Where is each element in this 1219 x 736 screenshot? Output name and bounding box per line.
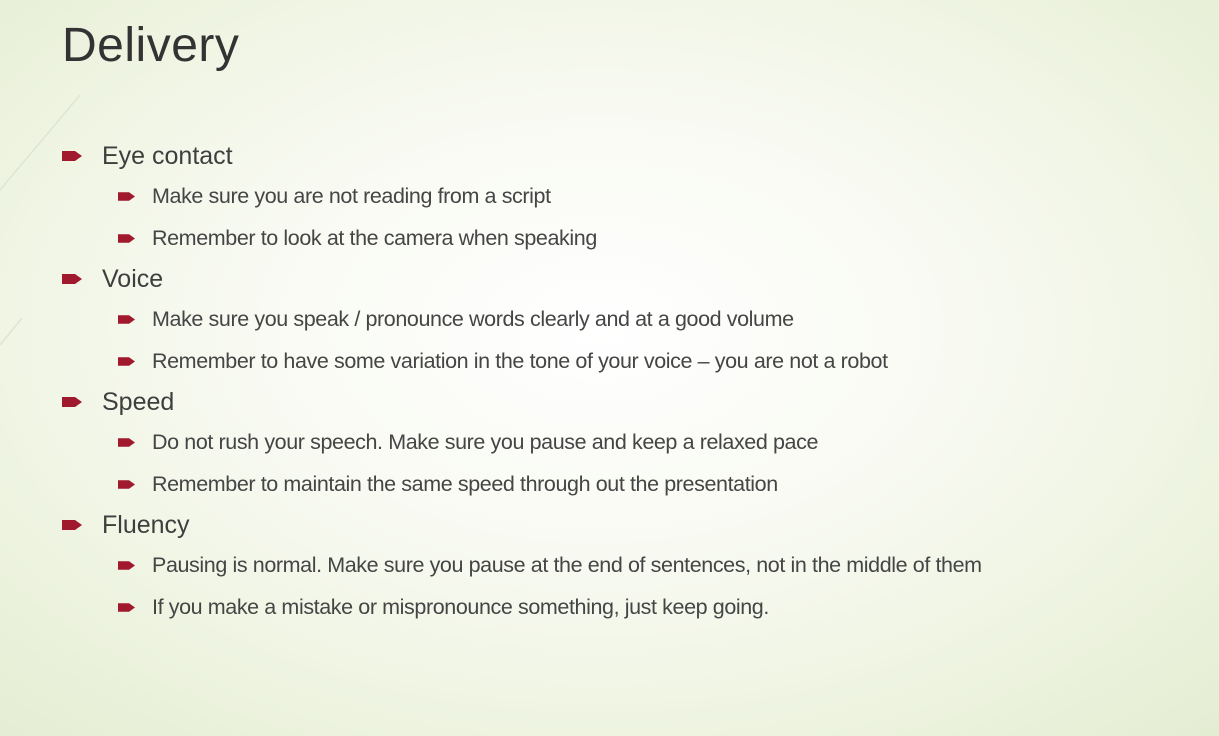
bullet-text: Pausing is normal. Make sure you pause a… bbox=[152, 553, 982, 577]
bullet-level1-eye-contact: Eye contact bbox=[62, 138, 1192, 174]
bullet-level2: Remember to maintain the same speed thro… bbox=[62, 472, 1192, 497]
bullet-level2: Make sure you are not reading from a scr… bbox=[62, 184, 1192, 209]
bullet-text: Remember to maintain the same speed thro… bbox=[152, 472, 778, 496]
bullet-level2: Do not rush your speech. Make sure you p… bbox=[62, 430, 1192, 455]
arrow-bullet-icon bbox=[118, 357, 135, 366]
arrow-bullet-icon bbox=[62, 397, 82, 407]
arrow-bullet-icon bbox=[62, 274, 82, 284]
bullet-level2: Pausing is normal. Make sure you pause a… bbox=[62, 553, 1192, 578]
bullet-level2: Make sure you speak / pronounce words cl… bbox=[62, 307, 1192, 332]
bullet-text: Remember to have some variation in the t… bbox=[152, 349, 888, 373]
bullet-text: Do not rush your speech. Make sure you p… bbox=[152, 430, 819, 454]
arrow-bullet-icon bbox=[62, 520, 82, 530]
bullet-level1-speed: Speed bbox=[62, 384, 1192, 420]
arrow-bullet-icon bbox=[118, 480, 135, 489]
slide-title: Delivery bbox=[62, 19, 240, 72]
bullet-label: Eye contact bbox=[102, 142, 233, 170]
arrow-bullet-icon bbox=[118, 603, 135, 612]
arrow-bullet-icon bbox=[118, 438, 135, 447]
bullet-list: Eye contact Make sure you are not readin… bbox=[62, 138, 1192, 620]
arrow-bullet-icon bbox=[118, 315, 135, 324]
arrow-bullet-icon bbox=[118, 561, 135, 570]
bullet-text: Make sure you speak / pronounce words cl… bbox=[152, 307, 794, 331]
bullet-level2: Remember to look at the camera when spea… bbox=[62, 226, 1192, 251]
bullet-text: Make sure you are not reading from a scr… bbox=[152, 184, 551, 208]
bullet-text: If you make a mistake or mispronounce so… bbox=[152, 595, 769, 619]
bullet-level2: Remember to have some variation in the t… bbox=[62, 349, 1192, 374]
bullet-label: Fluency bbox=[102, 511, 190, 539]
arrow-bullet-icon bbox=[62, 151, 82, 161]
bullet-label: Speed bbox=[102, 388, 175, 416]
bullet-level1-fluency: Fluency bbox=[62, 507, 1192, 543]
bullet-text: Remember to look at the camera when spea… bbox=[152, 226, 597, 250]
arrow-bullet-icon bbox=[118, 192, 135, 201]
arrow-bullet-icon bbox=[118, 234, 135, 243]
bullet-level2: If you make a mistake or mispronounce so… bbox=[62, 595, 1192, 620]
bullet-label: Voice bbox=[102, 265, 164, 293]
bullet-level1-voice: Voice bbox=[62, 261, 1192, 297]
